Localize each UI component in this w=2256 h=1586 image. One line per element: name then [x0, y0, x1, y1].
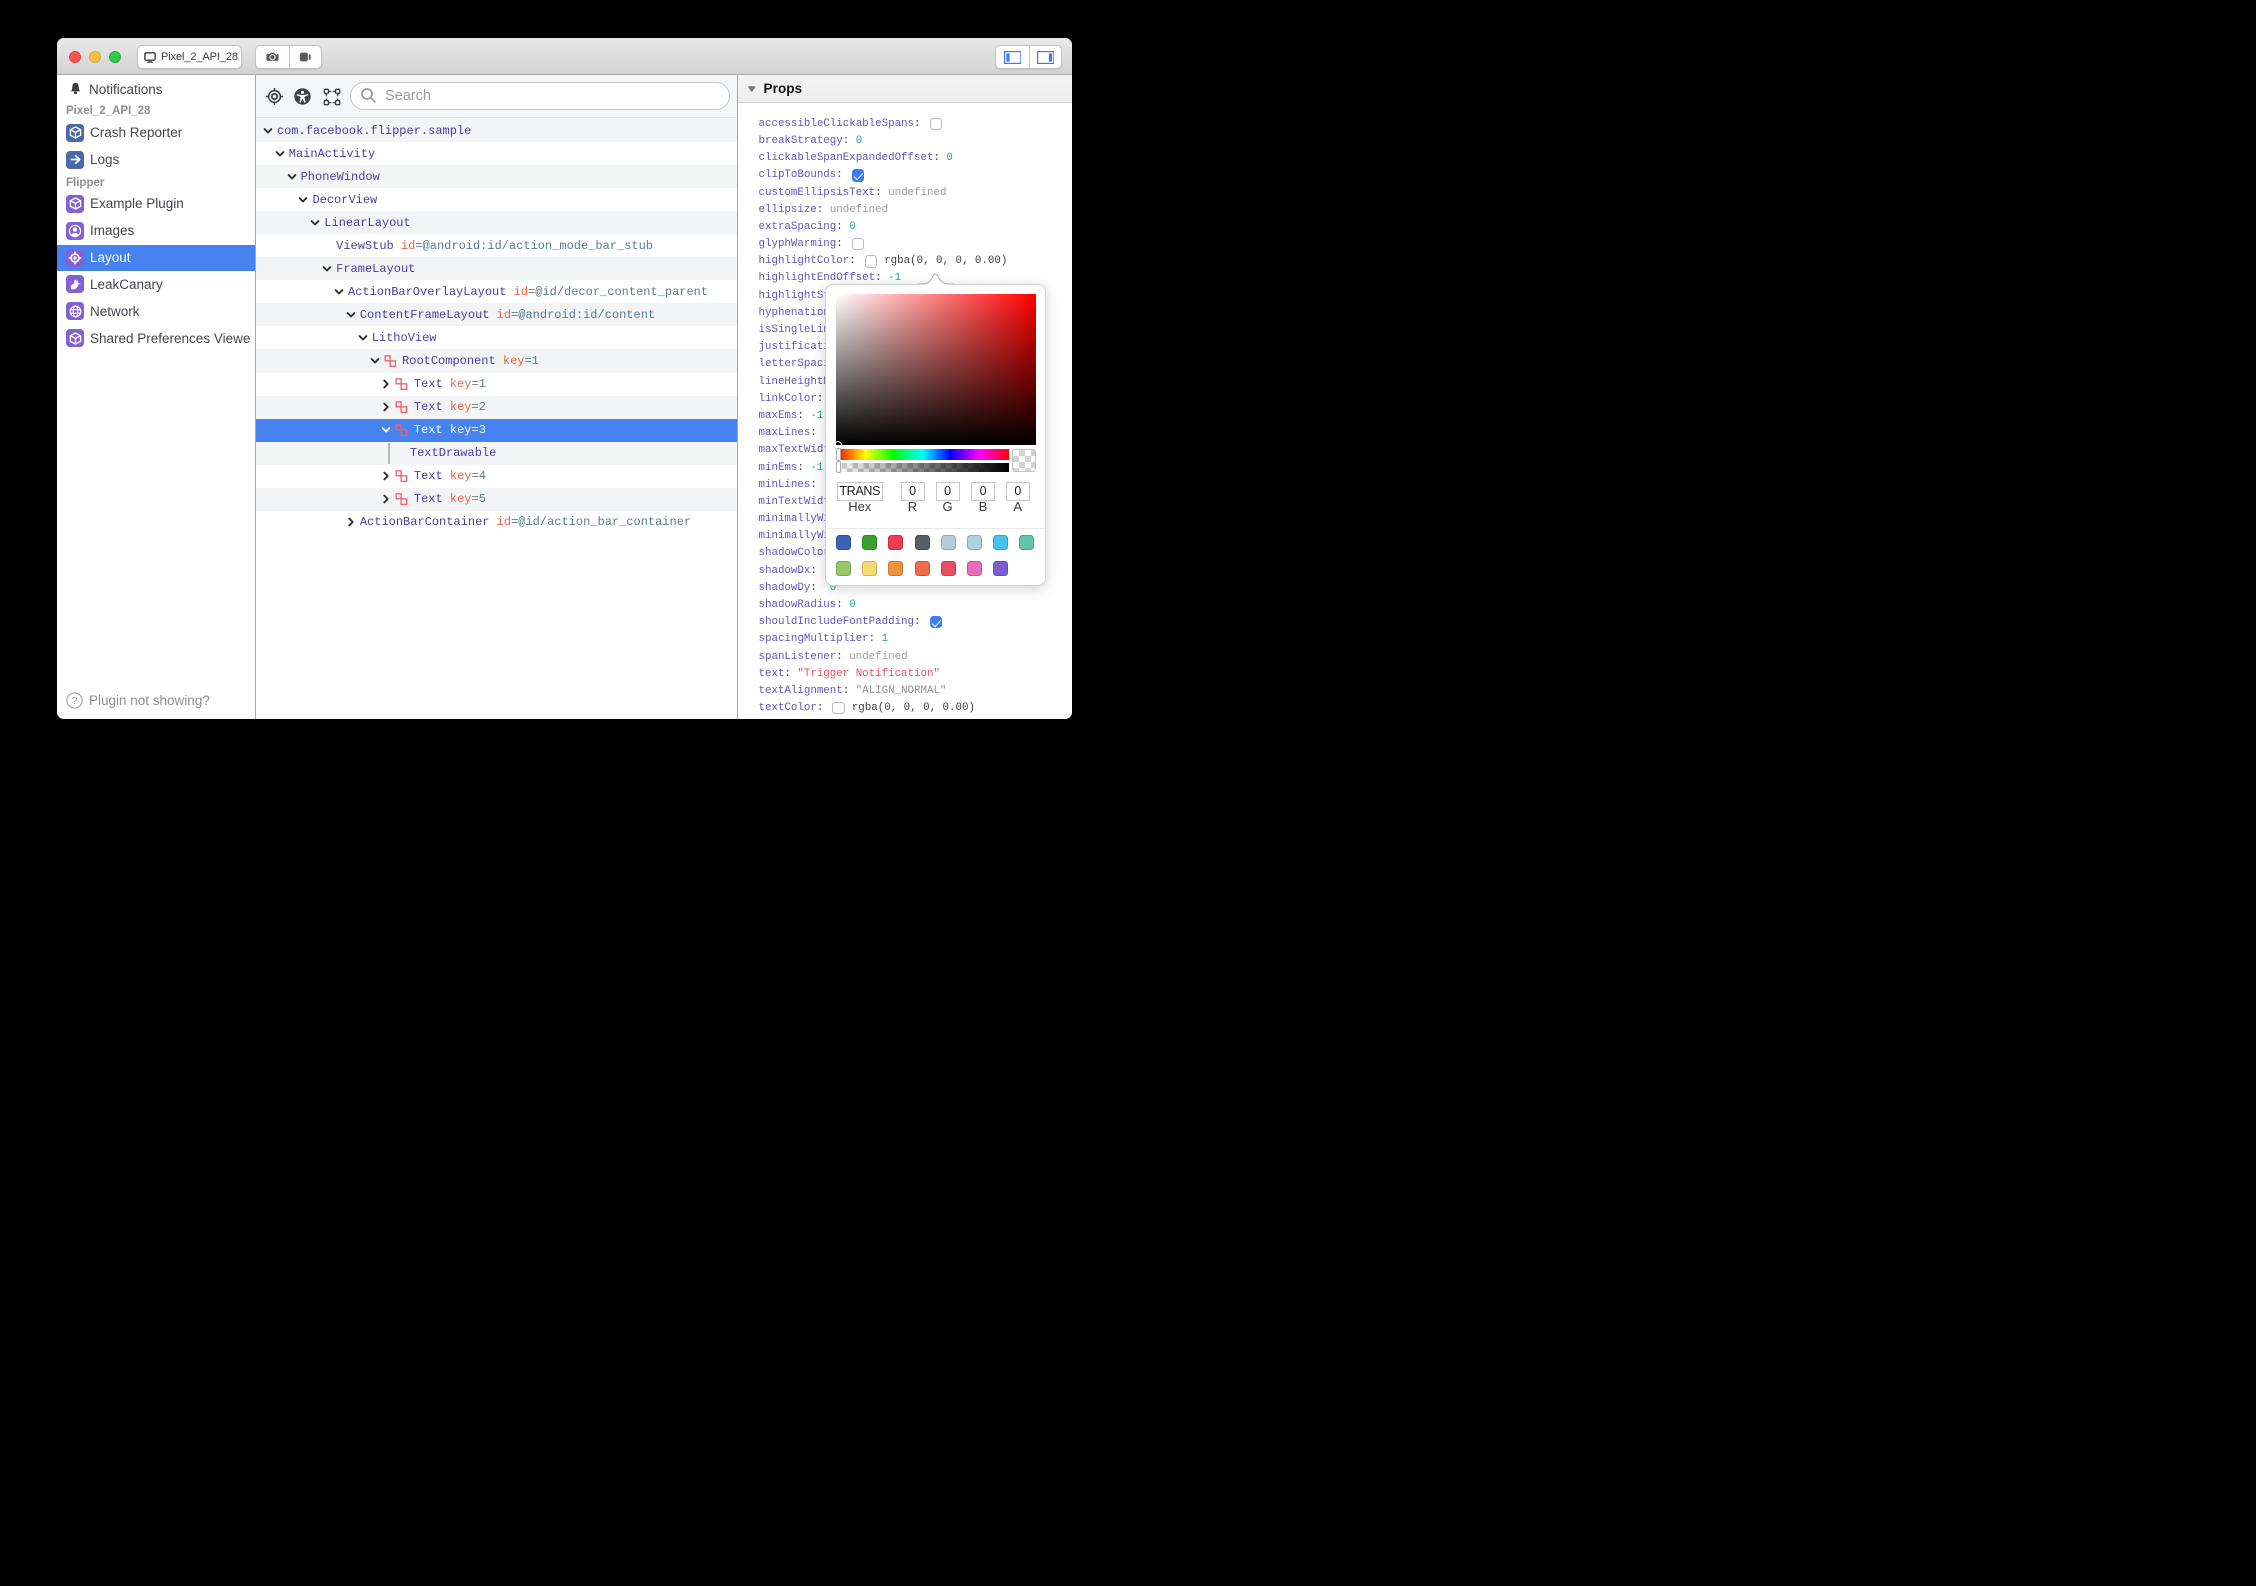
svg-text:?: ?: [72, 695, 78, 707]
